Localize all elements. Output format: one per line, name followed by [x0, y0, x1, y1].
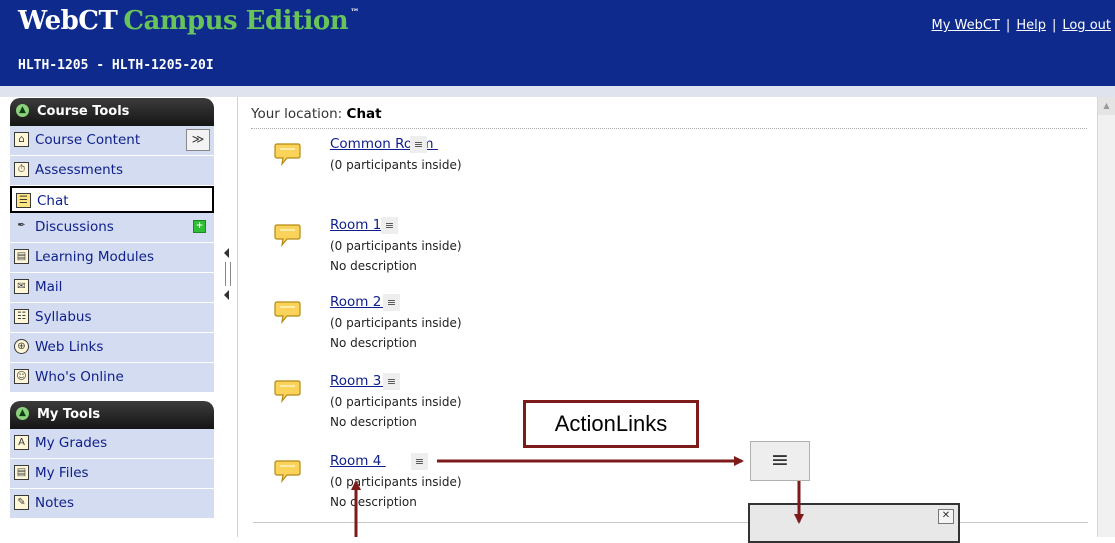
annotation-arrows — [351, 456, 804, 537]
